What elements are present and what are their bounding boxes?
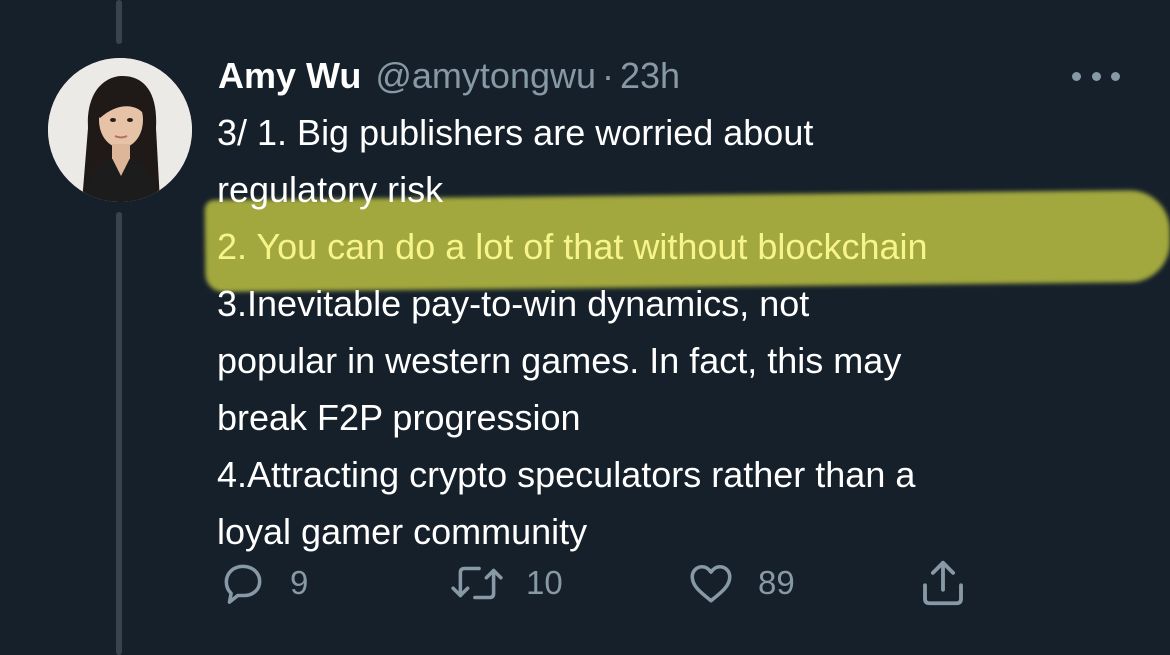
share-button[interactable] (916, 555, 970, 611)
tweet-actions: 9 10 89 (218, 555, 978, 611)
like-count: 89 (758, 564, 795, 601)
more-options-button[interactable] (1072, 66, 1120, 86)
reply-count: 9 (290, 564, 309, 601)
tweet-header: Amy Wu @amytongwu · 23h (218, 52, 680, 100)
retweet-count: 10 (526, 564, 563, 601)
tweet-line: 4.Attracting crypto speculators rather t… (217, 454, 916, 495)
tweet-line: break F2P progression (217, 397, 581, 438)
thread-connector-bottom (116, 212, 122, 655)
avatar[interactable] (48, 58, 192, 202)
tweet-line: loyal gamer community (217, 511, 588, 552)
heart-icon (690, 564, 732, 603)
share-icon (923, 560, 963, 606)
tweet-line: 3.Inevitable pay-to-win dynamics, not (217, 283, 810, 324)
author-name[interactable]: Amy Wu (218, 52, 361, 100)
tweet-line-highlighted: 2. You can do a lot of that without bloc… (217, 226, 928, 267)
separator-dot: · (602, 55, 614, 96)
thread-connector-top (116, 0, 122, 44)
timestamp[interactable]: 23h (620, 52, 680, 100)
tweet-text: 3/ 1. Big publishers are worried about r… (217, 104, 1147, 560)
retweet-icon (451, 566, 503, 600)
like-button[interactable]: 89 (686, 555, 795, 611)
reply-button[interactable]: 9 (218, 555, 308, 611)
retweet-button[interactable]: 10 (450, 555, 563, 611)
tweet-line: 3/ 1. Big publishers are worried about (217, 112, 814, 153)
reply-icon (224, 564, 262, 604)
tweet-line: regulatory risk (217, 169, 444, 210)
tweet-line: popular in western games. In fact, this … (217, 340, 902, 381)
author-handle[interactable]: @amytongwu (375, 52, 596, 100)
more-horizontal-icon (1072, 71, 1081, 81)
